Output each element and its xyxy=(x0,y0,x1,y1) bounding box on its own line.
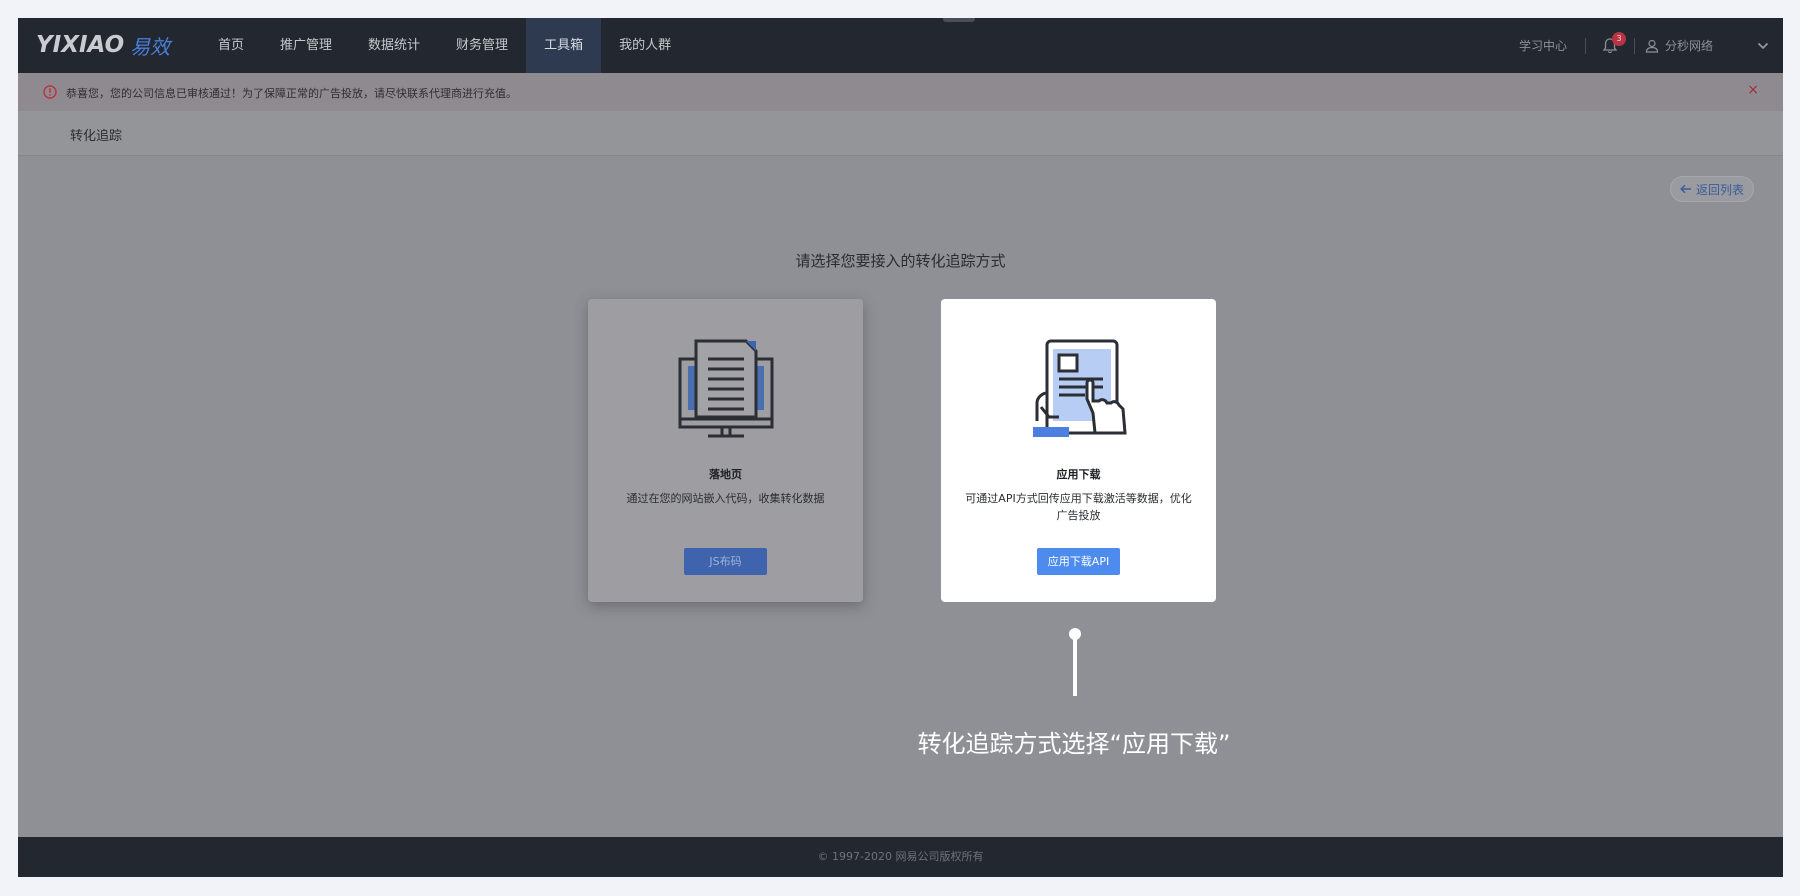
learn-center-link[interactable]: 学习中心 xyxy=(1519,37,1575,54)
username: 分秒网络 xyxy=(1664,39,1713,53)
user-icon xyxy=(1645,39,1659,53)
chevron-down-icon xyxy=(1757,42,1769,49)
card-title: 落地页 xyxy=(709,468,742,481)
card-description: 通过在您的网站嵌入代码，收集转化数据 xyxy=(626,492,825,505)
card-title: 应用下载 xyxy=(1056,468,1101,481)
js-code-button[interactable]: JS布码 xyxy=(684,548,767,575)
landing-page-card[interactable]: 落地页 通过在您的网站嵌入代码，收集转化数据 JS布码 xyxy=(588,299,863,602)
footer-copyright: © 1997-2020 网易公司版权所有 xyxy=(18,837,1783,877)
nav-toolbox[interactable]: 工具箱 xyxy=(526,18,602,73)
close-icon[interactable]: × xyxy=(1747,82,1759,98)
alert-circle-icon xyxy=(43,85,57,99)
app-download-card[interactable]: 应用下载 可通过API方式回传应用下载激活等数据，优化广告投放 应用下载API xyxy=(941,299,1216,602)
breadcrumb: 转化追踪 xyxy=(18,111,1783,156)
window-grip xyxy=(943,18,975,22)
monitor-document-icon xyxy=(678,339,774,438)
nav-statistics[interactable]: 数据统计 xyxy=(350,18,438,73)
top-right-tools: 学习中心 3 分秒网络 xyxy=(1519,18,1783,73)
page-title: 转化追踪 xyxy=(70,129,123,144)
app-download-api-button[interactable]: 应用下载API xyxy=(1037,548,1120,575)
top-nav: YIXIAO 易效 首页 推广管理 数据统计 财务管理 工具箱 我的人群 学习中… xyxy=(18,18,1783,73)
divider xyxy=(1633,37,1635,54)
divider xyxy=(1584,37,1586,54)
logo[interactable]: YIXIAO 易效 xyxy=(36,31,170,59)
audit-alert: 恭喜您，您的公司信息已审核通过！为了保障正常的广告投放，请尽快联系代理商进行充值… xyxy=(18,73,1783,111)
nav-home[interactable]: 首页 xyxy=(200,18,262,73)
annotation-caption: 转化追踪方式选择“应用下载” xyxy=(917,730,1231,758)
back-button-label: 返回列表 xyxy=(1695,182,1744,197)
notification-badge: 3 xyxy=(1611,31,1626,46)
nav-audience[interactable]: 我的人群 xyxy=(601,18,689,73)
app-window: YIXIAO 易效 首页 推广管理 数据统计 财务管理 工具箱 我的人群 学习中… xyxy=(18,18,1783,877)
card-description: 可通过API方式回传应用下载激活等数据，优化广告投放 xyxy=(965,492,1192,522)
tablet-touch-icon xyxy=(1033,339,1127,437)
back-to-list-button[interactable]: 返回列表 xyxy=(1670,176,1754,202)
notification-button[interactable]: 3 xyxy=(1596,31,1626,60)
user-dropdown-toggle[interactable] xyxy=(1743,42,1783,50)
logo-text: YIXIAO xyxy=(36,32,125,58)
annotation-pin-line xyxy=(1073,638,1077,696)
nav-finance[interactable]: 财务管理 xyxy=(438,18,526,73)
user-menu[interactable]: 分秒网络 xyxy=(1645,37,1743,54)
arrow-left-icon xyxy=(1680,184,1691,194)
alert-message: 恭喜您，您的公司信息已审核通过！为了保障正常的广告投放，请尽快联系代理商进行充值… xyxy=(66,87,517,100)
logo-cn-text: 易效 xyxy=(130,34,171,59)
selection-prompt: 请选择您要接入的转化追踪方式 xyxy=(795,252,1006,270)
main-menu: 首页 推广管理 数据统计 财务管理 工具箱 我的人群 xyxy=(200,18,689,73)
nav-promotion[interactable]: 推广管理 xyxy=(262,18,350,73)
